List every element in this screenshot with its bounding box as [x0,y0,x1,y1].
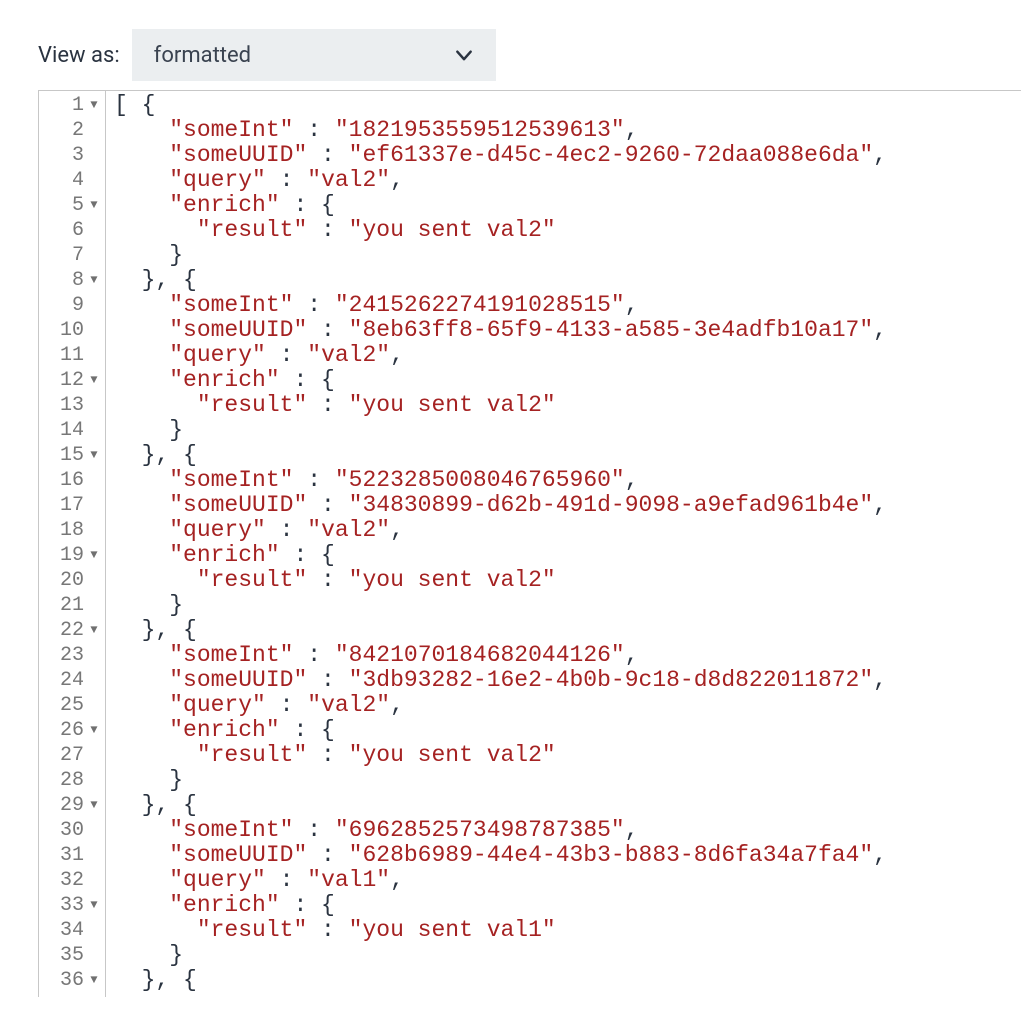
line-number: 33▼ [39,893,105,918]
code-line[interactable]: "enrich" : { [114,718,1021,743]
line-number: 29▼ [39,793,105,818]
code-line[interactable]: } [114,243,1021,268]
fold-toggle-icon[interactable]: ▼ [87,193,101,218]
code-line[interactable]: "result" : "you sent val2" [114,568,1021,593]
code-line[interactable]: "query" : "val2", [114,693,1021,718]
fold-toggle-icon[interactable]: ▼ [87,968,101,993]
code-line[interactable]: } [114,943,1021,968]
chevron-down-icon [454,45,474,65]
line-number: 11▼ [39,343,105,368]
code-line[interactable]: "query" : "val2", [114,518,1021,543]
code-line[interactable]: "someUUID" : "628b6989-44e4-43b3-b883-8d… [114,843,1021,868]
code-line[interactable]: "enrich" : { [114,543,1021,568]
view-as-select[interactable]: formatted [132,29,496,81]
line-number: 24▼ [39,668,105,693]
code-line[interactable]: "enrich" : { [114,893,1021,918]
code-line[interactable]: "someUUID" : "34830899-d62b-491d-9098-a9… [114,493,1021,518]
line-number: 5▼ [39,193,105,218]
fold-toggle-icon[interactable]: ▼ [87,268,101,293]
code-line[interactable]: "result" : "you sent val2" [114,743,1021,768]
line-number: 19▼ [39,543,105,568]
fold-toggle-icon[interactable]: ▼ [87,618,101,643]
view-as-label: View as: [38,43,120,68]
line-number: 22▼ [39,618,105,643]
line-number: 36▼ [39,968,105,993]
line-number: 9▼ [39,293,105,318]
line-number: 34▼ [39,918,105,943]
line-number: 21▼ [39,593,105,618]
line-number: 18▼ [39,518,105,543]
fold-toggle-icon[interactable]: ▼ [87,893,101,918]
code-line[interactable]: "query" : "val2", [114,343,1021,368]
fold-toggle-icon[interactable]: ▼ [87,443,101,468]
code-line[interactable]: "someUUID" : "ef61337e-d45c-4ec2-9260-72… [114,143,1021,168]
line-number: 12▼ [39,368,105,393]
line-number: 13▼ [39,393,105,418]
code-line[interactable]: } [114,768,1021,793]
fold-toggle-icon[interactable]: ▼ [87,93,101,118]
code-line[interactable]: "someInt" : "6962852573498787385", [114,818,1021,843]
code-line[interactable]: "someInt" : "2415262274191028515", [114,293,1021,318]
line-number: 16▼ [39,468,105,493]
line-number: 8▼ [39,268,105,293]
code-line[interactable]: [ { [114,93,1021,118]
code-line[interactable]: "someInt" : "8421070184682044126", [114,643,1021,668]
line-number: 7▼ [39,243,105,268]
code-line[interactable]: "someUUID" : "8eb63ff8-65f9-4133-a585-3e… [114,318,1021,343]
code-line[interactable]: "result" : "you sent val2" [114,393,1021,418]
line-number: 17▼ [39,493,105,518]
code-line[interactable]: "someInt" : "5223285008046765960", [114,468,1021,493]
line-number: 31▼ [39,843,105,868]
line-number: 14▼ [39,418,105,443]
line-number: 26▼ [39,718,105,743]
view-as-toolbar: View as: formatted [0,0,1024,90]
code-line[interactable]: } [114,418,1021,443]
code-line[interactable]: "someUUID" : "3db93282-16e2-4b0b-9c18-d8… [114,668,1021,693]
code-line[interactable]: "someInt" : "1821953559512539613", [114,118,1021,143]
line-number: 1▼ [39,93,105,118]
view-as-select-value: formatted [154,43,251,68]
code-line[interactable]: "enrich" : { [114,368,1021,393]
line-number: 27▼ [39,743,105,768]
line-number: 4▼ [39,168,105,193]
line-number: 30▼ [39,818,105,843]
code-line[interactable]: } [114,593,1021,618]
line-number: 32▼ [39,868,105,893]
line-number: 20▼ [39,568,105,593]
line-number-gutter: 1▼2▼3▼4▼5▼6▼7▼8▼9▼10▼11▼12▼13▼14▼15▼16▼1… [39,91,106,997]
line-number: 2▼ [39,118,105,143]
fold-toggle-icon[interactable]: ▼ [87,543,101,568]
line-number: 6▼ [39,218,105,243]
code-line[interactable]: "enrich" : { [114,193,1021,218]
code-line[interactable]: "result" : "you sent val2" [114,218,1021,243]
line-number: 28▼ [39,768,105,793]
fold-toggle-icon[interactable]: ▼ [87,368,101,393]
line-number: 10▼ [39,318,105,343]
line-number: 3▼ [39,143,105,168]
line-number: 15▼ [39,443,105,468]
code-line[interactable]: }, { [114,793,1021,818]
fold-toggle-icon[interactable]: ▼ [87,793,101,818]
code-line[interactable]: }, { [114,443,1021,468]
code-content[interactable]: [ { "someInt" : "1821953559512539613", "… [106,91,1021,997]
code-line[interactable]: "result" : "you sent val1" [114,918,1021,943]
code-line[interactable]: "query" : "val2", [114,168,1021,193]
line-number: 25▼ [39,693,105,718]
code-line[interactable]: }, { [114,968,1021,993]
code-viewer: 1▼2▼3▼4▼5▼6▼7▼8▼9▼10▼11▼12▼13▼14▼15▼16▼1… [38,90,1021,997]
code-line[interactable]: "query" : "val1", [114,868,1021,893]
code-line[interactable]: }, { [114,268,1021,293]
fold-toggle-icon[interactable]: ▼ [87,718,101,743]
line-number: 23▼ [39,643,105,668]
line-number: 35▼ [39,943,105,968]
code-line[interactable]: }, { [114,618,1021,643]
